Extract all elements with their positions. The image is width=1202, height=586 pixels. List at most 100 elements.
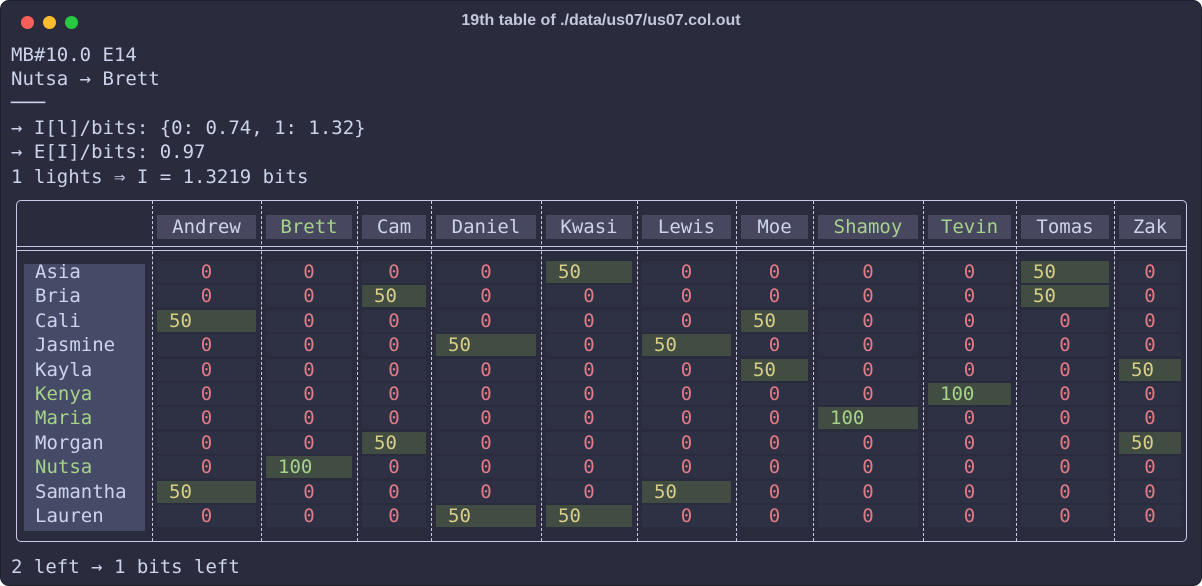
table-cell: 0 [157,431,256,454]
column-header: Tomas [1021,215,1109,239]
row-label: Cali [35,309,81,332]
table-cell: 0 [818,431,918,454]
title-bar: 19th table of ./data/us07/us07.col.out [1,1,1201,41]
table-cell: 50 [362,431,426,454]
row-label: Morgan [35,431,104,454]
table-cell: 0 [546,383,632,405]
column-header: Tevin [928,215,1011,239]
table-cell: 0 [157,285,256,308]
column-header: Cam [362,215,426,239]
table-cell: 0 [928,334,1011,357]
table-cell: 0 [741,407,808,430]
table-cell: 0 [741,431,808,454]
table-cell: 0 [818,261,918,283]
table-cell: 0 [1119,456,1181,479]
row-label: Samantha [35,480,127,503]
table-cell: 0 [266,261,352,283]
header-line-3: ─── [11,92,46,114]
row-label: Lauren [35,505,104,527]
probability-table: Andrew Brett Cam Daniel Kwasi Lewis Moe Shamoy T… [16,200,1187,542]
header-line-4: → I[l]/bits: {0: 0.74, 1: 1.32} [11,117,366,139]
table-cell: 0 [928,480,1011,503]
table-cell: 0 [1021,334,1109,357]
column-separator [813,201,814,541]
table-cell: 100 [928,383,1011,405]
table-cell: 0 [546,431,632,454]
table-cell: 0 [741,334,808,357]
table-cell: 0 [1119,505,1181,527]
table-cell: 0 [818,309,918,332]
table-cell: 0 [642,285,731,308]
table-cell: 0 [436,358,536,381]
table-cell: 0 [928,309,1011,332]
table-cell: 0 [818,505,918,527]
table-cell: 0 [436,407,536,430]
table-cell: 0 [266,480,352,503]
column-separator [152,201,153,541]
table-cell: 0 [642,261,731,283]
table-cell: 0 [436,383,536,405]
table-cell: 50 [642,480,731,503]
table-cell: 50 [436,334,536,357]
header-divider [17,250,1186,251]
terminal-window: 19th table of ./data/us07/us07.col.out M… [0,0,1202,586]
table-cell: 0 [266,407,352,430]
table-cell: 0 [642,431,731,454]
column-separator [357,201,358,541]
table-cell: 0 [1021,456,1109,479]
table-cell: 0 [266,505,352,527]
table-cell: 0 [157,334,256,357]
table-cell: 0 [642,505,731,527]
table-cell: 0 [362,334,426,357]
table-cell: 50 [741,358,808,381]
table-cell: 0 [266,334,352,357]
table-cell: 100 [818,407,918,430]
column-header: Kwasi [546,215,632,239]
table-cell: 0 [741,456,808,479]
table-cell: 0 [928,456,1011,479]
column-header: Brett [266,215,352,239]
table-cell: 0 [741,285,808,308]
table-cell: 0 [546,358,632,381]
table-cell: 0 [436,285,536,308]
table-cell: 0 [1021,383,1109,405]
table-cell: 50 [362,285,426,308]
table-cell: 0 [436,261,536,283]
table-cell: 0 [1119,261,1181,283]
column-header: Moe [741,215,808,239]
table-cell: 0 [546,407,632,430]
table-cell: 0 [928,358,1011,381]
table-cell: 0 [436,431,536,454]
row-label: Maria [35,407,93,430]
column-separator [431,201,432,541]
table-cell: 0 [157,407,256,430]
table-cell: 0 [1119,383,1181,405]
table-cell: 0 [266,383,352,405]
column-separator [736,201,737,541]
window-title: 19th table of ./data/us07/us07.col.out [461,12,741,29]
table-cell: 0 [928,505,1011,527]
table-cell: 0 [642,309,731,332]
header-line-5: → E[I]/bits: 0.97 [11,141,206,163]
table-cell: 0 [818,285,918,308]
row-label: Jasmine [35,334,116,357]
table-cell: 50 [436,505,536,527]
table-cell: 0 [436,309,536,332]
column-header: Daniel [436,215,536,239]
table-cell: 50 [1021,285,1109,308]
table-cell: 0 [157,383,256,405]
header-divider [17,246,1186,247]
column-separator [261,201,262,541]
table-cell: 0 [546,480,632,503]
table-cell: 0 [157,358,256,381]
table-cell: 0 [1119,407,1181,430]
table-cell: 0 [157,456,256,479]
table-cell: 0 [818,358,918,381]
footer-line: 2 left → 1 bits left [11,556,240,578]
table-cell: 0 [642,383,731,405]
table-cell: 0 [546,309,632,332]
table-cell: 0 [266,309,352,332]
table-cell: 0 [818,334,918,357]
table-cell: 0 [362,309,426,332]
table-cell: 50 [157,309,256,332]
